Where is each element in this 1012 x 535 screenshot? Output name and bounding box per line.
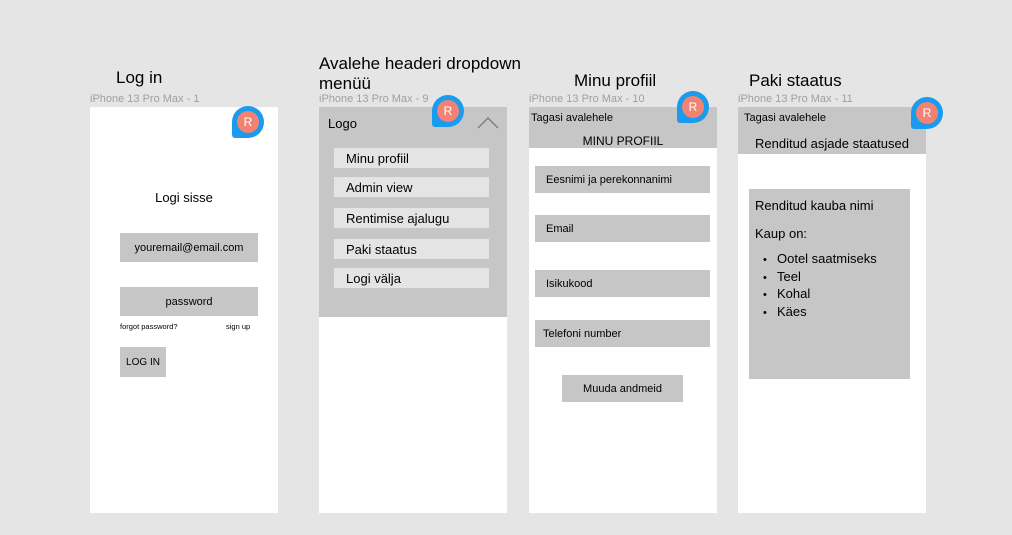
- menu-item-logout[interactable]: Logi välja: [334, 268, 489, 288]
- edit-data-button[interactable]: Muuda andmeid: [562, 375, 683, 402]
- email-field[interactable]: youremail@email.com: [120, 233, 258, 262]
- name-field[interactable]: Eesnimi ja perekonnanimi: [535, 166, 710, 193]
- chevron-up-icon[interactable]: [477, 116, 501, 130]
- avatar-button[interactable]: R: [432, 95, 464, 127]
- login-button[interactable]: LOG IN: [120, 347, 166, 377]
- profile-heading: MINU PROFIIL: [582, 134, 664, 148]
- avatar: R: [916, 102, 938, 124]
- sign-up-link[interactable]: sign up: [226, 322, 250, 331]
- avatar: R: [682, 96, 704, 118]
- avatar-button[interactable]: R: [232, 106, 264, 138]
- menu-item-rental-history[interactable]: Rentimise ajalugu: [334, 208, 489, 228]
- menu-item-admin[interactable]: Admin view: [334, 177, 489, 197]
- state-label: Kaup on:: [755, 226, 808, 241]
- frame-label-dropdown: iPhone 13 Pro Max - 9: [319, 93, 429, 105]
- forgot-password-link[interactable]: forgot password?: [120, 322, 178, 331]
- avatar-button[interactable]: R: [911, 97, 943, 129]
- avatar-button[interactable]: R: [677, 91, 709, 123]
- phone-field[interactable]: Telefoni number: [535, 320, 710, 347]
- frame-title-line: Avalehe headeri dropdown: [319, 54, 521, 73]
- dropdown-panel: Logo Minu profiil Admin view Rentimise a…: [319, 107, 507, 317]
- list-item: Käes: [759, 304, 877, 322]
- dropdown-screen: Logo Minu profiil Admin view Rentimise a…: [319, 107, 507, 513]
- frame-label-profile: iPhone 13 Pro Max - 10: [529, 93, 645, 105]
- list-item: Teel: [759, 269, 877, 287]
- login-heading: Logi sisse: [155, 190, 213, 205]
- list-item: Ootel saatmiseks: [759, 251, 877, 269]
- id-code-field[interactable]: Isikukood: [535, 270, 710, 297]
- state-list: Ootel saatmiseks Teel Kohal Käes: [759, 251, 877, 321]
- email-field[interactable]: Email: [535, 215, 710, 242]
- frame-label-status: iPhone 13 Pro Max - 11: [738, 93, 853, 105]
- menu-item-profile[interactable]: Minu profiil: [334, 148, 489, 168]
- list-item: Kohal: [759, 286, 877, 304]
- back-link[interactable]: Tagasi avalehele: [531, 112, 613, 124]
- status-screen: Tagasi avalehele Renditud asjade staatus…: [738, 107, 926, 513]
- status-header: Tagasi avalehele Renditud asjade staatus…: [738, 107, 926, 154]
- logo: Logo: [328, 116, 357, 131]
- frame-title-login: Log in: [116, 68, 163, 87]
- login-screen: Logi sisse youremail@email.com password …: [90, 107, 278, 513]
- frame-title-status: Paki staatus: [749, 71, 842, 90]
- frame-title-dropdown: Avalehe headeri dropdown menüü: [319, 54, 521, 94]
- back-link[interactable]: Tagasi avalehele: [744, 112, 826, 124]
- status-heading: Renditud asjade staatused: [755, 136, 909, 151]
- frame-title-profile: Minu profiil: [574, 71, 657, 90]
- frame-title-line: menüü: [319, 74, 371, 93]
- avatar: R: [237, 111, 259, 133]
- status-card: Renditud kauba nimi Kaup on: Ootel saatm…: [749, 189, 910, 379]
- profile-screen: Tagasi avalehele MINU PROFIIL Eesnimi ja…: [529, 107, 717, 513]
- item-name: Renditud kauba nimi: [755, 198, 874, 213]
- menu-item-package-status[interactable]: Paki staatus: [334, 239, 489, 259]
- password-field[interactable]: password: [120, 287, 258, 316]
- avatar: R: [437, 100, 459, 122]
- frame-label-login: iPhone 13 Pro Max - 1: [90, 93, 200, 105]
